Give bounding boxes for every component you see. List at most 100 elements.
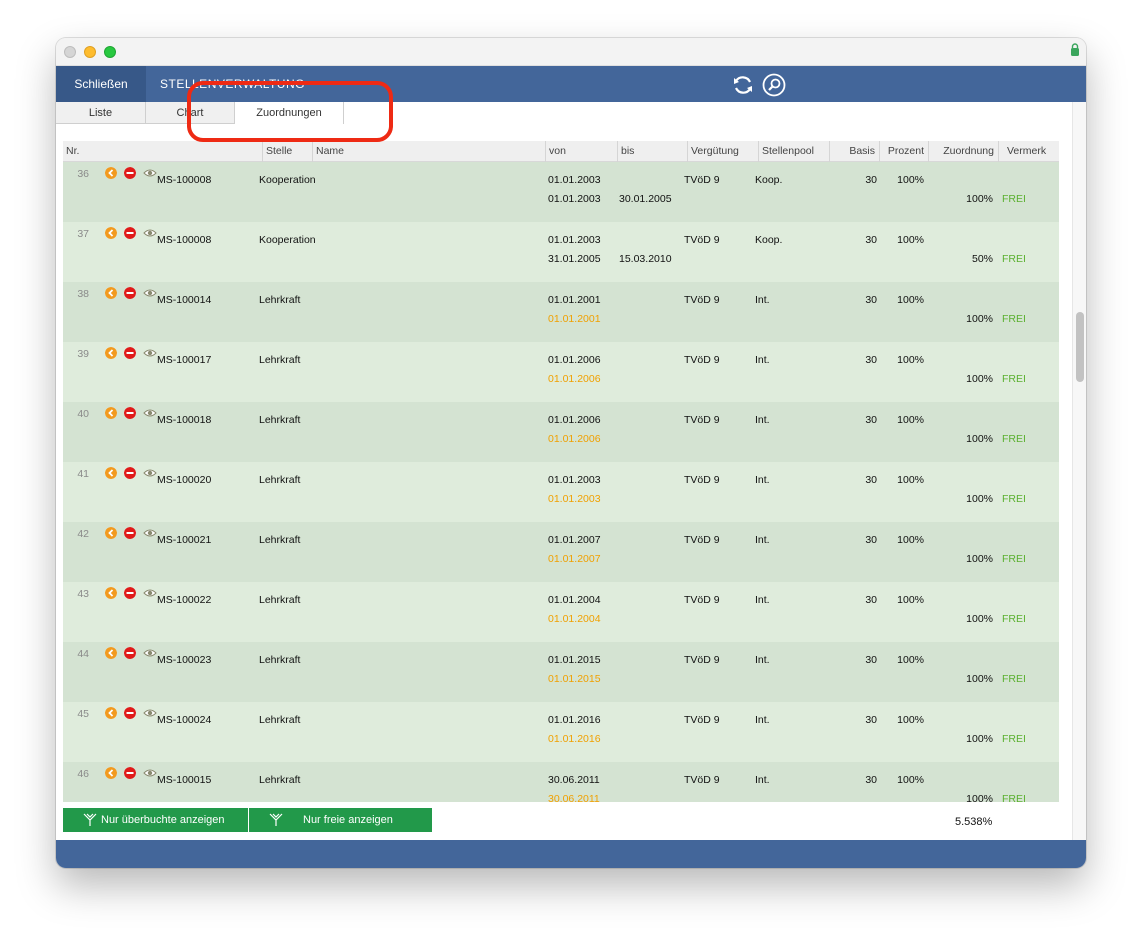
bottom-bar [56,840,1086,868]
eye-icon[interactable] [143,768,157,778]
eye-icon[interactable] [143,708,157,718]
arrow-left-circle-icon[interactable] [105,527,117,539]
table-row[interactable]: 37 MS-100008 Kooperation 01.01.2003 TVöD 9 Ko… [63,222,1059,282]
show-free-button[interactable]: Nur freie anzeigen [249,808,432,832]
eye-icon[interactable] [143,468,157,478]
no-entry-icon[interactable] [124,767,136,779]
cell-pool: Koop. [755,174,783,186]
eye-icon[interactable] [143,588,157,598]
table-row[interactable]: 45 MS-100024 Lehrkraft 01.01.2016 TVöD 9 Int.… [63,702,1059,762]
tab-liste[interactable]: Liste [56,102,146,124]
arrow-left-circle-icon[interactable] [105,287,117,299]
app-window: Schließen STELLENVERWALTUNG Liste Chart … [56,38,1086,868]
eye-icon[interactable] [143,348,157,358]
cell-zuordnung: 100% [966,313,993,325]
arrow-left-circle-icon[interactable] [105,707,117,719]
col-bis[interactable]: bis [617,141,687,162]
scrollbar-thumb[interactable] [1076,312,1084,382]
arrow-left-circle-icon[interactable] [105,227,117,239]
table-row[interactable]: 43 MS-100022 Lehrkraft 01.01.2004 TVöD 9 Int.… [63,582,1059,642]
no-entry-icon[interactable] [124,707,136,719]
arrow-left-circle-icon[interactable] [105,407,117,419]
arrow-left-circle-icon[interactable] [105,347,117,359]
cell-vermerk: FREI [1002,733,1026,745]
cell-stelle: Lehrkraft [259,774,301,786]
no-entry-icon[interactable] [124,407,136,419]
no-entry-icon[interactable] [124,287,136,299]
cell-vermerk: FREI [1002,673,1026,685]
table-row[interactable]: 42 MS-100021 Lehrkraft 01.01.2007 TVöD 9 Int.… [63,522,1059,582]
search-icon[interactable] [762,73,786,97]
cell-pool: Koop. [755,234,783,246]
cell-verguetung: TVöD 9 [684,294,720,306]
cell-zuordnung: 100% [966,553,993,565]
row-number: 46 [77,768,89,780]
col-zuordnung[interactable]: Zuordnung [928,141,998,162]
no-entry-icon[interactable] [124,647,136,659]
table-row[interactable]: 39 MS-100017 Lehrkraft 01.01.2006 TVöD 9 Int.… [63,342,1059,402]
close-window-button[interactable] [64,46,76,58]
eye-icon[interactable] [143,528,157,538]
cell-von2: 31.01.2005 [548,253,601,265]
table-header: Nr. Stelle Name von bis Vergütung Stelle… [63,141,1059,162]
cell-code: MS-100008 [157,234,212,246]
eye-icon[interactable] [143,228,157,238]
cell-prozent: 100% [897,594,924,606]
refresh-icon[interactable] [731,73,755,97]
no-entry-icon[interactable] [124,167,136,179]
no-entry-icon[interactable] [124,227,136,239]
eye-icon[interactable] [143,288,157,298]
cell-pool: Int. [755,714,770,726]
cell-code: MS-100018 [157,414,212,426]
row-number: 37 [77,228,89,240]
no-entry-icon[interactable] [124,587,136,599]
col-nr[interactable]: Nr. [63,141,262,162]
minimize-window-button[interactable] [84,46,96,58]
row-number: 42 [77,528,89,540]
close-button[interactable]: Schließen [56,66,146,102]
arrow-left-circle-icon[interactable] [105,167,117,179]
cell-von2: 01.01.2007 [548,553,601,565]
eye-icon[interactable] [143,408,157,418]
col-stellenpool[interactable]: Stellenpool [758,141,829,162]
no-entry-icon[interactable] [124,347,136,359]
arrow-left-circle-icon[interactable] [105,767,117,779]
table-row[interactable]: 46 MS-100015 Lehrkraft 30.06.2011 TVöD 9 Int.… [63,762,1059,802]
table-row[interactable]: 38 MS-100014 Lehrkraft 01.01.2001 TVöD 9 Int.… [63,282,1059,342]
cell-prozent: 100% [897,534,924,546]
cell-verguetung: TVöD 9 [684,354,720,366]
cell-stelle: Lehrkraft [259,354,301,366]
show-overbooked-button[interactable]: Nur überbuchte anzeigen [63,808,248,832]
arrow-left-circle-icon[interactable] [105,467,117,479]
col-basis[interactable]: Basis [829,141,879,162]
table-row[interactable]: 44 MS-100023 Lehrkraft 01.01.2015 TVöD 9 Int.… [63,642,1059,702]
cell-verguetung: TVöD 9 [684,414,720,426]
col-vermerk[interactable]: Vermerk [998,141,1059,162]
cell-basis: 30 [865,474,877,486]
table-row[interactable]: 40 MS-100018 Lehrkraft 01.01.2006 TVöD 9 Int.… [63,402,1059,462]
cell-vermerk: FREI [1002,433,1026,445]
eye-icon[interactable] [143,168,157,178]
title-bar [56,38,1086,66]
table-row[interactable]: 41 MS-100020 Lehrkraft 01.01.2003 TVöD 9 Int.… [63,462,1059,522]
cell-pool: Int. [755,654,770,666]
no-entry-icon[interactable] [124,467,136,479]
cell-von2: 01.01.2016 [548,733,601,745]
cell-code: MS-100024 [157,714,212,726]
cell-verguetung: TVöD 9 [684,774,720,786]
eye-icon[interactable] [143,648,157,658]
vertical-scrollbar[interactable] [1072,102,1086,840]
col-stelle[interactable]: Stelle [262,141,312,162]
no-entry-icon[interactable] [124,527,136,539]
cell-verguetung: TVöD 9 [684,714,720,726]
zoom-window-button[interactable] [104,46,116,58]
lock-icon [1071,43,1079,56]
arrow-left-circle-icon[interactable] [105,587,117,599]
cell-verguetung: TVöD 9 [684,534,720,546]
col-verguetung[interactable]: Vergütung [687,141,758,162]
col-name[interactable]: Name [312,141,545,162]
col-prozent[interactable]: Prozent [879,141,928,162]
col-von[interactable]: von [545,141,617,162]
table-row[interactable]: 36 MS-100008 Kooperation 01.01.2003 TVöD 9 Ko… [63,162,1059,222]
arrow-left-circle-icon[interactable] [105,647,117,659]
